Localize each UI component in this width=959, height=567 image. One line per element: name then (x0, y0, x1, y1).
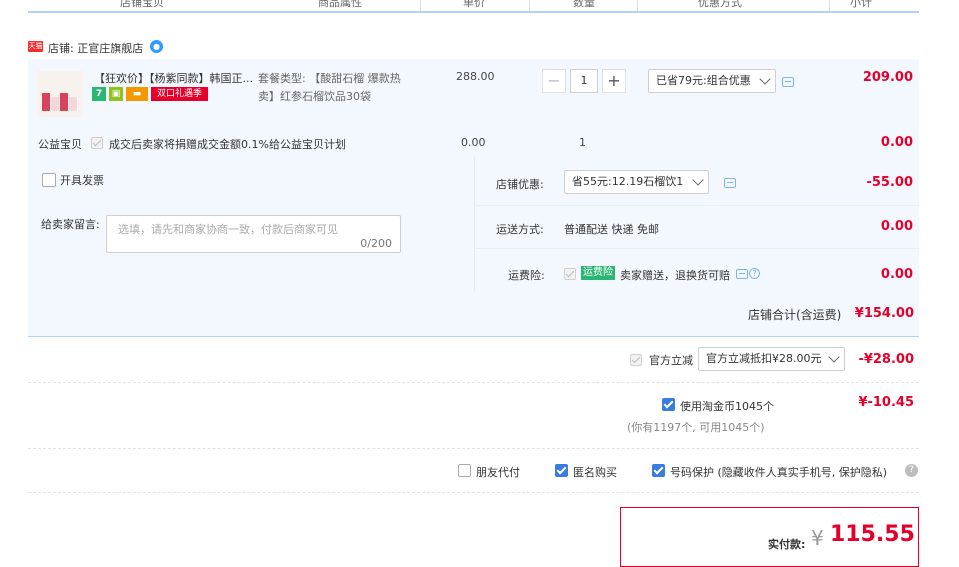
product-attribute: 套餐类型: 【酸甜石榴 爆款热卖】红参石榴饮品30袋 (258, 72, 401, 103)
official-discount-select[interactable]: 官方立减抵扣¥28.00元 (698, 347, 845, 371)
insurance-amount: 0.00 (880, 267, 913, 282)
charity-price: 0.00 (461, 136, 486, 149)
shop-total-label: 店铺合计(含运费) (748, 308, 842, 322)
header-sep (637, 0, 638, 11)
header-sep (529, 0, 530, 11)
charity-text: 成交后卖家将捐赠成交金额0.1%给公益宝贝计划 (109, 138, 346, 151)
discount-select[interactable]: 已省79元:组合优惠 (648, 69, 776, 93)
shipping-label: 运送方式: (496, 223, 544, 236)
shipping-value: 普通配送 快递 免邮 (564, 223, 659, 236)
coins-note: (你有1197个, 可用1045个) (627, 421, 765, 434)
official-discount-checkbox[interactable] (630, 354, 642, 366)
col-header-qty: 数量 (573, 0, 595, 9)
col-header-price: 单价 (463, 0, 485, 9)
privacy-label: 号码保护 (隐藏收件人真实手机号, 保护隐私) (670, 466, 888, 479)
credit-card-icon: ▬ (126, 87, 148, 101)
product-thumbnail[interactable] (37, 71, 83, 117)
shop-discount-amount: -55.00 (866, 175, 913, 190)
privacy-checkbox[interactable] (652, 464, 665, 477)
official-discount-label: 官方立减 (649, 354, 693, 367)
unit-price: 288.00 (456, 70, 495, 83)
discount-select-value: 已省79元:组合优惠 (656, 74, 751, 87)
charity-checkbox[interactable] (91, 137, 103, 149)
qty-input[interactable]: 1 (570, 69, 598, 93)
official-discount-value: 官方立减抵扣¥28.00元 (706, 352, 822, 365)
qty-decrease-button[interactable]: − (542, 69, 566, 93)
help-icon[interactable]: ? (905, 464, 918, 477)
product-title-link[interactable]: 【狂欢价】【杨紫同款】韩国正... (94, 70, 252, 86)
coins-amount: ¥-10.45 (858, 395, 914, 410)
insurance-tag: 运费险 (581, 266, 615, 280)
payment-summary-box: 实付款: ¥ 115.55 (620, 507, 919, 567)
anonymous-label: 匿名购买 (573, 466, 617, 479)
payment-currency: ¥ (811, 526, 824, 550)
charity-qty: 1 (579, 136, 586, 149)
seven-day-return-badge: 7 (92, 87, 106, 101)
shop-name-link[interactable]: 店铺: 正官庄旗舰店 (48, 40, 143, 56)
message-placeholder: 选填，请先和商家协商一致，付款后商家可见 (118, 223, 338, 236)
insurance-label: 运费险: (508, 269, 545, 282)
divider (28, 382, 919, 384)
insurance-text: 卖家赠送，退换货可赔 (620, 269, 730, 282)
divider (474, 205, 919, 206)
help-icon[interactable]: ? (749, 268, 760, 279)
quantity-stepper: − 1 + (542, 69, 626, 93)
charity-label: 公益宝贝 (38, 138, 82, 151)
divider (28, 492, 919, 494)
divider (28, 448, 919, 450)
col-header-attr: 商品属性 (318, 0, 362, 9)
shop-discount-chat-icon[interactable] (724, 178, 736, 188)
item-subtotal: 209.00 (862, 70, 913, 85)
friend-pay-label: 朋友代付 (476, 466, 520, 479)
tmall-icon: 天猫 (28, 41, 43, 52)
shop-discount-select[interactable]: 省55元:12.19石榴饮1 (564, 170, 709, 194)
shop-discount-value: 省55元:12.19石榴饮1 (572, 175, 684, 188)
guarantee-icon: ▣ (109, 87, 123, 101)
promo-badge: 双口礼遇季 (151, 87, 208, 101)
shop-total-amount: ¥154.00 (854, 306, 914, 321)
divider (474, 248, 919, 249)
invoice-label: 开具发票 (60, 174, 104, 187)
header-sep (829, 0, 830, 11)
anonymous-checkbox[interactable] (555, 464, 568, 477)
coins-label: 使用淘金币1045个 (680, 400, 774, 413)
shipping-amount: 0.00 (880, 219, 913, 234)
chevron-down-icon (828, 351, 840, 363)
friend-pay-checkbox[interactable] (458, 464, 471, 477)
chevron-down-icon (692, 174, 704, 186)
invoice-checkbox[interactable] (42, 173, 56, 187)
insurance-chat-icon[interactable] (736, 269, 748, 279)
insurance-checkbox[interactable] (564, 268, 576, 280)
col-header-subtotal: 小计 (850, 0, 872, 9)
payment-label: 实付款: (768, 538, 806, 551)
header-divider (28, 11, 919, 13)
header-sep (420, 0, 421, 11)
discount-chat-icon[interactable] (782, 77, 794, 87)
seller-message-input[interactable]: 选填，请先和商家协商一致，付款后商家可见 0/200 (106, 215, 401, 253)
chevron-down-icon (759, 73, 771, 85)
col-header-item: 店铺宝贝 (120, 0, 164, 9)
wangwang-chat-icon[interactable]: ● (150, 40, 163, 53)
shop-discount-label: 店铺优惠: (496, 178, 544, 191)
payment-amount: 115.55 (830, 522, 915, 547)
message-label: 给卖家留言: (41, 218, 100, 231)
col-header-discount: 优惠方式 (698, 0, 742, 9)
coins-checkbox[interactable] (662, 398, 675, 411)
charity-subtotal: 0.00 (880, 135, 913, 150)
official-discount-amount: -¥28.00 (858, 352, 914, 367)
qty-increase-button[interactable]: + (602, 69, 626, 93)
message-counter: 0/200 (360, 237, 392, 250)
